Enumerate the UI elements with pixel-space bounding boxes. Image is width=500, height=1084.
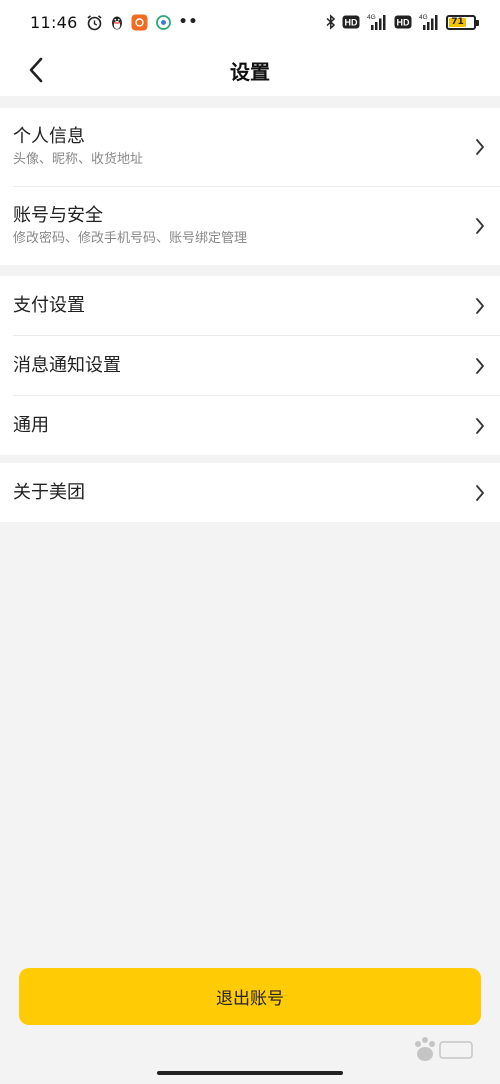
settings-group-about: 关于美团 — [0, 463, 500, 522]
chevron-right-icon — [472, 416, 488, 436]
signal-icon: 4G — [418, 13, 440, 31]
chevron-right-icon — [472, 296, 488, 316]
settings-item-subtitle: 头像、昵称、收货地址 — [13, 152, 144, 167]
settings-item-subtitle: 修改密码、修改手机号码、账号绑定管理 — [13, 231, 248, 246]
svg-text:4G: 4G — [419, 14, 428, 21]
chevron-right-icon — [472, 356, 488, 376]
app-badge-icon — [131, 14, 148, 31]
settings-item-about[interactable]: 关于美团 — [0, 463, 500, 522]
settings-item-personal-info[interactable]: 个人信息 头像、昵称、收货地址 — [0, 108, 500, 186]
settings-group-account: 个人信息 头像、昵称、收货地址 账号与安全 修改密码、修改手机号码、账号绑定管理 — [0, 108, 500, 265]
bluetooth-icon — [326, 14, 336, 30]
settings-item-title: 通用 — [13, 414, 49, 436]
settings-item-title: 支付设置 — [13, 294, 85, 316]
alarm-icon — [86, 14, 103, 31]
hd-icon: HD — [342, 15, 360, 29]
svg-text:4G: 4G — [367, 14, 376, 21]
status-bar-right: HD 4G HD 4G 71 — [326, 13, 479, 31]
battery-icon: 71 — [446, 14, 479, 30]
settings-item-general[interactable]: 通用 — [0, 396, 500, 455]
svg-text:HD: HD — [397, 18, 410, 28]
settings-item-account-security[interactable]: 账号与安全 修改密码、修改手机号码、账号绑定管理 — [0, 187, 500, 265]
home-indicator[interactable] — [157, 1071, 343, 1075]
battery-level: 71 — [449, 17, 467, 27]
chevron-left-icon — [29, 57, 43, 83]
logout-button[interactable]: 退出账号 — [19, 968, 481, 1025]
settings-group-general: 支付设置 消息通知设置 通用 — [0, 276, 500, 455]
svg-text:HD: HD — [345, 18, 358, 28]
chevron-right-icon — [472, 483, 488, 503]
qq-penguin-icon — [110, 14, 124, 31]
status-time: 11:46 — [30, 12, 78, 32]
chevron-right-icon — [472, 216, 488, 236]
hd-icon: HD — [394, 15, 412, 29]
settings-item-notifications[interactable]: 消息通知设置 — [0, 336, 500, 395]
nav-bar: 设置 — [0, 44, 500, 96]
status-bar: 11:46 •• HD 4G HD 4G 71 — [0, 0, 500, 44]
baidu-jingyan-watermark-logo — [408, 1032, 478, 1068]
signal-icon: 4G — [366, 13, 388, 31]
settings-item-title: 消息通知设置 — [13, 354, 121, 376]
chevron-right-icon — [472, 137, 488, 157]
settings-item-title: 关于美团 — [13, 481, 85, 503]
sync-app-icon — [155, 14, 172, 31]
more-notifications-dots: •• — [178, 14, 199, 30]
page-title: 设置 — [230, 59, 270, 84]
back-button[interactable] — [18, 52, 54, 88]
status-bar-left: 11:46 •• — [30, 13, 199, 32]
settings-item-payment[interactable]: 支付设置 — [0, 276, 500, 335]
settings-item-title: 个人信息 — [13, 126, 85, 147]
settings-item-title: 账号与安全 — [13, 205, 103, 226]
